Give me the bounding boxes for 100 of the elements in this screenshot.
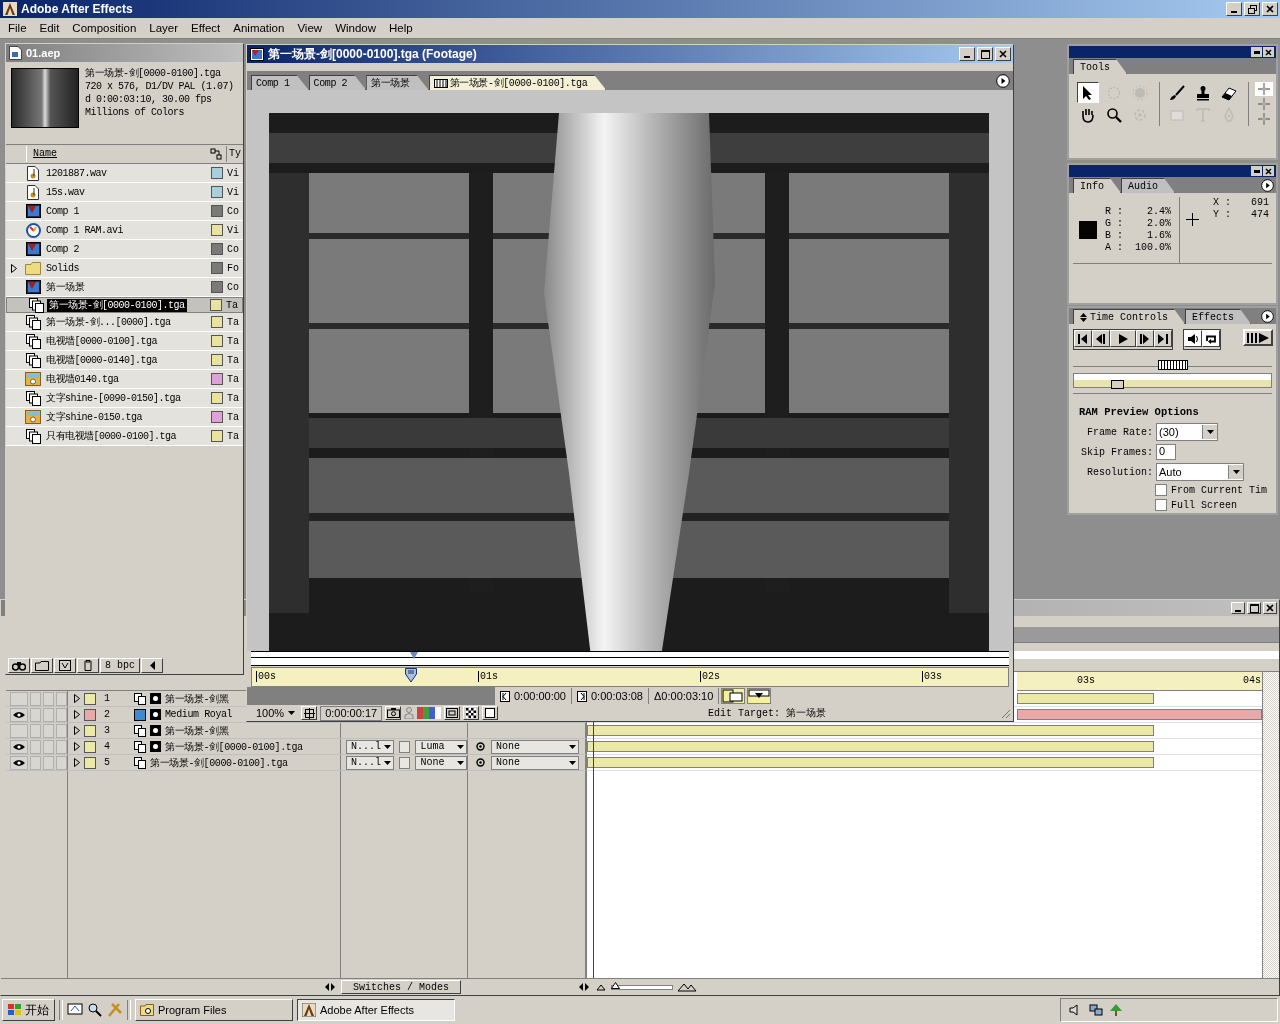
layer-duration-bar[interactable] [587, 741, 1154, 752]
lock-toggle[interactable] [55, 755, 67, 770]
track-matte-dropdown[interactable]: None [415, 755, 467, 770]
close-button[interactable] [1263, 47, 1274, 57]
tool-button[interactable] [1077, 82, 1099, 103]
scroll-left-button[interactable] [141, 658, 163, 673]
label-color[interactable] [211, 205, 223, 217]
project-item[interactable]: Comp 1 RAM.avi Vi [6, 221, 243, 240]
menu-item[interactable]: View [291, 22, 329, 34]
color-depth-button[interactable]: 8 bpc [100, 658, 140, 673]
flowchart-icon[interactable] [210, 148, 222, 160]
label-color[interactable] [211, 430, 223, 442]
new-composition-button[interactable] [54, 658, 76, 673]
zoom-out-icon[interactable] [595, 982, 607, 992]
layer-duration-bar[interactable] [587, 757, 1154, 768]
visibility-toggle[interactable] [10, 755, 28, 770]
viewer-tab[interactable]: Comp 1 [251, 75, 309, 90]
transparency-grid-button[interactable] [463, 706, 480, 720]
switches-modes-toggle[interactable]: Switches / Modes [341, 980, 461, 994]
find-button[interactable] [8, 658, 30, 673]
expand-collapse-icon[interactable] [323, 981, 337, 993]
safe-zones-button[interactable] [301, 706, 318, 720]
label-color[interactable] [210, 299, 222, 311]
zoom-in-icon[interactable] [677, 982, 697, 992]
next-frame-button[interactable] [1136, 330, 1154, 347]
menu-item[interactable]: File [2, 22, 33, 34]
lock-toggle[interactable] [55, 691, 67, 706]
solo-toggle[interactable] [42, 691, 54, 706]
first-frame-button[interactable] [1074, 330, 1092, 347]
panel-menu-icon[interactable] [1261, 178, 1274, 192]
visibility-toggle[interactable] [10, 723, 28, 738]
previous-frame-button[interactable] [1092, 330, 1110, 347]
shuttle-track[interactable] [1073, 372, 1272, 388]
label-color[interactable] [211, 411, 223, 423]
overlay-edit-button[interactable] [721, 688, 746, 704]
mask-view-button[interactable] [482, 706, 499, 720]
label-color[interactable] [211, 316, 223, 328]
current-time[interactable]: 0:00:00:17 [320, 705, 383, 721]
menu-item[interactable]: Edit [33, 22, 66, 34]
label-color[interactable] [211, 224, 223, 236]
expand-collapse-icon[interactable] [577, 981, 591, 993]
project-item[interactable]: 电视墙[0000-0140].tga Ta [6, 351, 243, 370]
blend-mode-dropdown[interactable]: N...l [346, 739, 394, 754]
project-item[interactable]: 第一场景-剑[0000-0100].tga Ta [6, 297, 243, 313]
solo-toggle[interactable] [42, 739, 54, 754]
project-item[interactable]: Comp 1 Co [6, 202, 243, 221]
project-item[interactable]: 15s.wav Vi [6, 183, 243, 202]
minimize-button[interactable] [1231, 602, 1245, 614]
loop-toggle[interactable] [1202, 330, 1220, 347]
menu-item[interactable]: Composition [66, 22, 143, 34]
layer-duration-bar[interactable] [1017, 693, 1154, 704]
label-color[interactable] [211, 335, 223, 347]
panel-menu-icon[interactable] [1261, 309, 1274, 323]
input-field[interactable]: 0 [1156, 444, 1176, 461]
out-point-time[interactable]: 0:00:03:08 [572, 688, 649, 704]
label-color[interactable] [211, 186, 223, 198]
track-matte-dropdown[interactable]: Luma [415, 739, 467, 754]
delete-button[interactable] [77, 658, 99, 673]
dropdown[interactable]: (30) [1156, 423, 1218, 442]
network-icon[interactable] [1089, 1003, 1103, 1017]
palette-tab[interactable]: Info [1073, 178, 1121, 193]
close-button[interactable] [1263, 166, 1274, 176]
viewer-tab[interactable]: Comp 2 [308, 75, 367, 90]
visibility-toggle[interactable] [10, 707, 28, 722]
checkbox[interactable] [1155, 484, 1167, 496]
jog-control[interactable] [1157, 359, 1188, 370]
menu-item[interactable]: Layer [143, 22, 185, 34]
label-color[interactable] [84, 692, 96, 705]
zoom-slider-thumb[interactable] [611, 981, 620, 989]
palette-tab[interactable]: Tools [1073, 59, 1127, 74]
desktop-icon[interactable] [67, 1002, 83, 1018]
play-button[interactable] [1110, 330, 1136, 347]
project-item[interactable]: 1201887.wav Vi [6, 164, 243, 183]
lock-toggle[interactable] [55, 707, 67, 722]
solo-toggle[interactable] [42, 723, 54, 738]
audio-toggle[interactable] [29, 691, 41, 706]
magnifier-icon[interactable] [87, 1002, 103, 1018]
visibility-toggle[interactable] [10, 739, 28, 754]
label-color[interactable] [211, 262, 223, 274]
menu-item[interactable]: Help [383, 22, 419, 34]
last-frame-button[interactable] [1154, 330, 1172, 347]
minimize-button[interactable] [1251, 166, 1262, 176]
label-color[interactable] [84, 740, 96, 753]
layer-row[interactable]: 4 第一场景-剑[0000-0100].tga N...l Luma None [6, 739, 586, 755]
maximize-button[interactable] [1247, 602, 1261, 614]
lock-toggle[interactable] [55, 723, 67, 738]
blend-mode-dropdown[interactable]: N...l [346, 755, 394, 770]
label-color[interactable] [211, 373, 223, 385]
audio-toggle[interactable] [29, 755, 41, 770]
layer-row[interactable]: 3 第一场景-剑黑 [6, 723, 586, 739]
project-item[interactable]: 电视墙0140.tga Ta [6, 370, 243, 389]
label-color[interactable] [84, 708, 96, 721]
menu-item[interactable]: Animation [227, 22, 291, 34]
tree-icon[interactable] [1109, 1003, 1123, 1017]
column-heading[interactable]: Name [26, 146, 206, 162]
label-color[interactable] [84, 724, 96, 737]
solo-toggle[interactable] [42, 707, 54, 722]
maximize-button[interactable] [977, 47, 993, 61]
label-color[interactable] [211, 167, 223, 179]
preserve-transparency-checkbox[interactable] [398, 756, 411, 769]
